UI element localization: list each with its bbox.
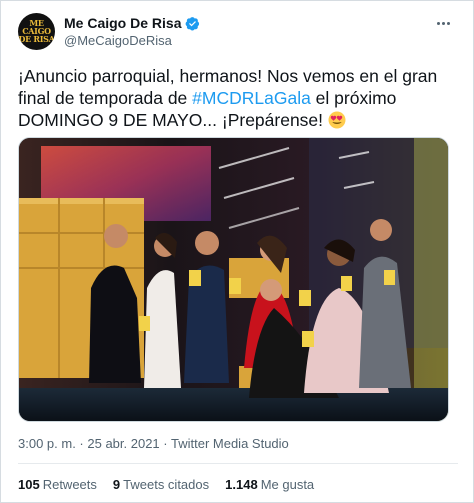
avatar[interactable]: ME CAIGO DE RISA (18, 13, 55, 50)
tweet-card: ME CAIGO DE RISA Me Caigo De Risa @MeCai… (0, 0, 474, 503)
user-handle[interactable]: @MeCaigoDeRisa (64, 33, 172, 48)
retweets-label: Retweets (42, 477, 97, 492)
likes-count: 1.148 (225, 477, 258, 492)
hashtag-link[interactable]: #MCDRLaGala (192, 88, 311, 108)
avatar-logo-text-3: DE RISA (18, 34, 55, 44)
tweet-source[interactable]: Twitter Media Studio (171, 436, 289, 451)
meta-separator-2: · (159, 436, 171, 451)
tweet-text: ¡Anuncio parroquial, hermanos! Nos vemos… (18, 65, 458, 131)
more-options-icon[interactable] (432, 15, 454, 31)
retweets-count: 105 (18, 477, 40, 492)
quote-tweets-count: 9 (112, 477, 121, 492)
heart-eyes-emoji-icon (328, 111, 346, 129)
divider (18, 463, 458, 464)
display-name[interactable]: Me Caigo De Risa (64, 15, 181, 31)
retweets-stat[interactable]: 105 Retweets (18, 477, 97, 492)
tweet-stats: 105 Retweets 9 Tweets citados 1.148 Me gust… (18, 477, 314, 492)
tweet-meta: 3:00 p. m. · 25 abr. 2021 · Twitter Medi… (18, 436, 289, 451)
meta-separator: · (75, 436, 88, 451)
quote-tweets-label: Tweets citados (123, 477, 210, 492)
verified-badge-icon (186, 16, 200, 31)
tweet-time[interactable]: 3:00 p. m. (18, 436, 76, 451)
likes-label: Me gusta (260, 477, 315, 492)
stage-photo (19, 138, 448, 421)
tweet-date[interactable]: 25 abr. 2021 (87, 436, 159, 451)
tweet-media-image[interactable] (18, 137, 449, 422)
quote-tweets-stat[interactable]: 9 Tweets citados (113, 477, 209, 492)
author-name-row: Me Caigo De Risa (64, 15, 200, 31)
likes-stat[interactable]: 1.148 Me gusta (225, 477, 314, 492)
